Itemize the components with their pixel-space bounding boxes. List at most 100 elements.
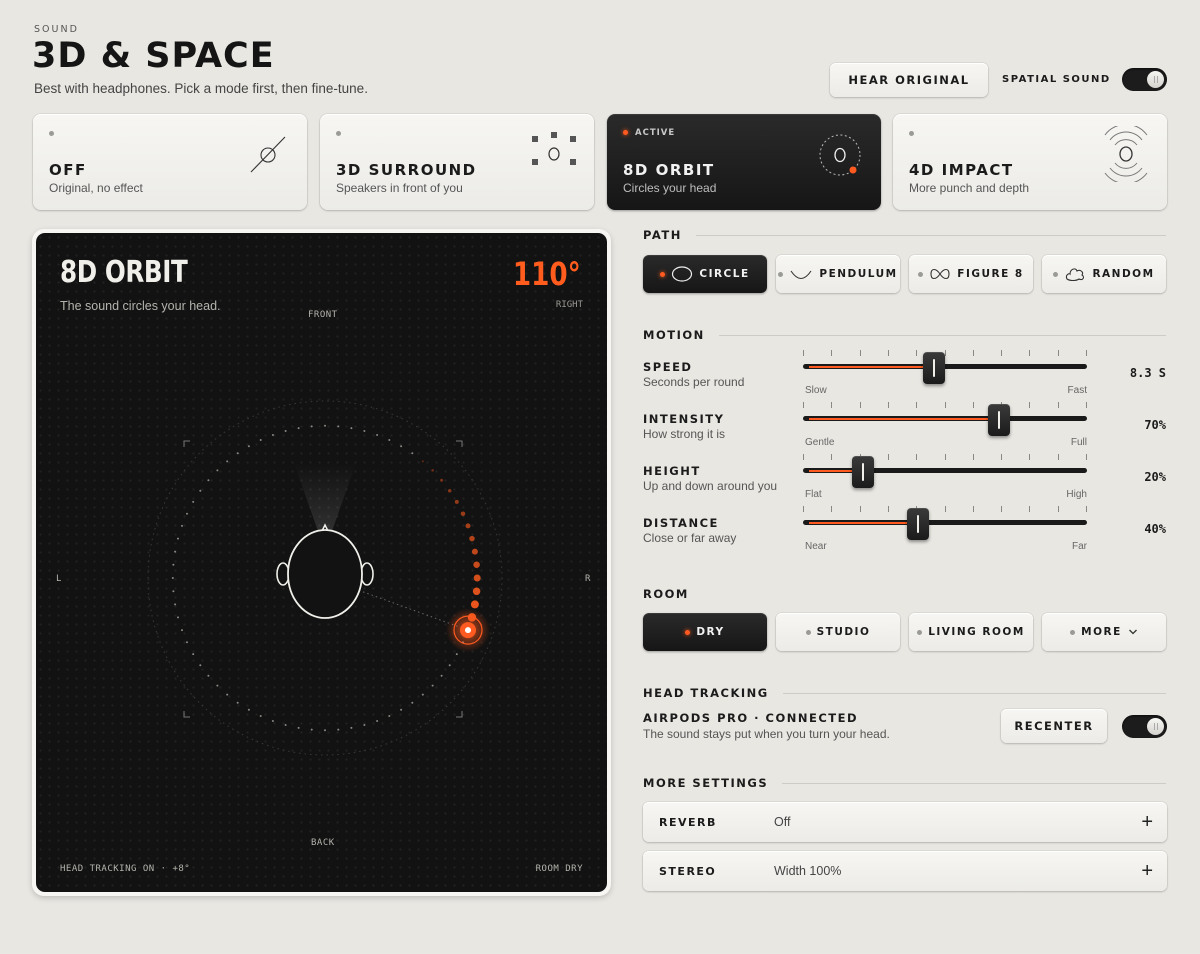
orbit-dot: [337, 425, 340, 428]
speakers-icon: [532, 132, 576, 165]
slider-thumb[interactable]: [923, 352, 946, 384]
stereo-row[interactable]: STEREO Width 100% +: [643, 851, 1167, 891]
expand-plus-icon[interactable]: +: [1141, 860, 1153, 883]
path-option-circle[interactable]: CIRCLE: [643, 255, 767, 293]
head-tracking-toggle[interactable]: [1122, 715, 1167, 738]
divider: [695, 234, 1166, 236]
expand-plus-icon[interactable]: +: [1141, 811, 1153, 834]
mode-name: OFF: [49, 161, 87, 179]
tick-mark: [1057, 402, 1059, 408]
mode-name: 4D IMPACT: [909, 161, 1014, 179]
orbit-dot: [271, 720, 274, 722]
slider-min-label: Slow: [805, 385, 827, 396]
orbit-dot: [192, 653, 195, 656]
path-option-label: RANDOM: [1092, 268, 1155, 280]
orbit-dot: [226, 693, 229, 696]
slider-value: 40%: [1144, 522, 1166, 536]
tick-mark: [1001, 454, 1003, 460]
slider-sublabel: Close or far away: [643, 531, 737, 545]
divider: [718, 334, 1166, 336]
orbit-dot: [440, 478, 444, 482]
slider-track[interactable]: [803, 468, 1087, 473]
room-option-living-room[interactable]: LIVING ROOM: [909, 613, 1033, 651]
status-dot: [660, 271, 666, 277]
path-option-pendulum[interactable]: PENDULUM: [776, 255, 900, 293]
orbit-dot: [216, 469, 219, 472]
spatial-sound-toggle[interactable]: [1122, 68, 1167, 91]
toggle-knob: [1147, 71, 1164, 88]
slider-track[interactable]: [803, 416, 1087, 421]
orbit-dot: [271, 434, 274, 436]
mode-card-3d-surround[interactable]: 3D SURROUND Speakers in front of you: [320, 114, 594, 210]
orbit-dot: [388, 715, 391, 717]
orbit-dot: [411, 701, 414, 704]
tick-mark: [1086, 350, 1087, 356]
mode-desc: Circles your head: [623, 181, 717, 195]
room-option-more[interactable]: MORE: [1042, 613, 1166, 651]
slider-track[interactable]: [803, 520, 1087, 525]
slider-thumb[interactable]: [988, 404, 1011, 436]
divider: [782, 692, 1166, 694]
tick-mark: [916, 402, 918, 408]
tick-mark: [859, 402, 861, 408]
room-heading: ROOM: [643, 587, 1166, 601]
tick-mark: [887, 454, 889, 460]
path-option-label: FIGURE 8: [957, 268, 1024, 280]
slider-ticks: [803, 454, 1087, 460]
tick-mark: [1029, 506, 1031, 512]
path-option-figure-8[interactable]: FIGURE 8: [909, 255, 1033, 293]
tick-mark: [803, 506, 804, 512]
orbit-visualizer[interactable]: 8D ORBIT The sound circles your head. 11…: [36, 233, 607, 892]
slider-value: 70%: [1144, 418, 1166, 432]
reverb-row[interactable]: REVERB Off +: [643, 802, 1167, 842]
recenter-button[interactable]: RECENTER: [1001, 709, 1107, 743]
orbit-dot: [388, 439, 391, 441]
head-tracking-heading: HEAD TRACKING: [643, 686, 1166, 700]
room-option-dry[interactable]: DRY: [643, 613, 767, 651]
mode-card-8d-orbit[interactable]: ACTIVE 8D ORBIT Circles your head: [607, 114, 881, 210]
slider-thumb[interactable]: [906, 508, 929, 540]
tick-mark: [831, 506, 833, 512]
orbit-dot: [337, 728, 340, 731]
orbit-dot: [440, 674, 443, 677]
orbit-dot: [460, 511, 466, 516]
orbit-dot: [297, 726, 300, 729]
room-option-studio[interactable]: STUDIO: [776, 613, 900, 651]
path-heading-text: PATH: [643, 228, 682, 242]
slider-thumb[interactable]: [852, 456, 875, 488]
back-label: BACK: [311, 838, 335, 848]
tick-mark: [944, 506, 946, 512]
mode-card-4d-impact[interactable]: 4D IMPACT More punch and depth: [893, 114, 1167, 210]
status-dot: [778, 271, 784, 277]
orbit-dot: [421, 693, 424, 696]
orbit-dot: [350, 427, 353, 430]
orbit-dot: [226, 460, 229, 463]
motion-heading-text: MOTION: [643, 328, 705, 342]
hear-original-button[interactable]: HEAR ORIGINAL: [830, 63, 988, 97]
mode-desc: Speakers in front of you: [336, 181, 463, 195]
orbit-dot: [350, 726, 353, 729]
path-option-random[interactable]: RANDOM: [1042, 255, 1166, 293]
orbit-dot: [216, 684, 219, 687]
mode-card-off[interactable]: OFF Original, no effect: [33, 114, 307, 210]
orbit-visualizer-frame: 8D ORBIT The sound circles your head. 11…: [32, 229, 611, 896]
orbit-dot: [447, 488, 452, 493]
status-dot: [685, 629, 691, 635]
orbit-dot: [199, 489, 202, 492]
tick-mark: [1029, 454, 1031, 460]
slider-min-label: Flat: [805, 489, 822, 500]
tick-mark: [1001, 350, 1003, 356]
orbit-dot: [363, 724, 366, 726]
setting-key: STEREO: [659, 864, 717, 878]
room-status: ROOM DRY: [535, 864, 583, 874]
orbit-dot: [454, 499, 459, 504]
orbit-dot: [259, 715, 262, 717]
setting-value: Width 100%: [774, 864, 842, 878]
orbit-dot: [172, 590, 175, 593]
status-dot: [918, 271, 924, 277]
mode-name: 3D SURROUND: [336, 161, 477, 179]
chevron-down-icon: [1128, 629, 1137, 635]
status-dot: [1053, 271, 1059, 277]
pendulum-path-icon: [790, 270, 812, 280]
orbit-dot: [192, 500, 195, 503]
